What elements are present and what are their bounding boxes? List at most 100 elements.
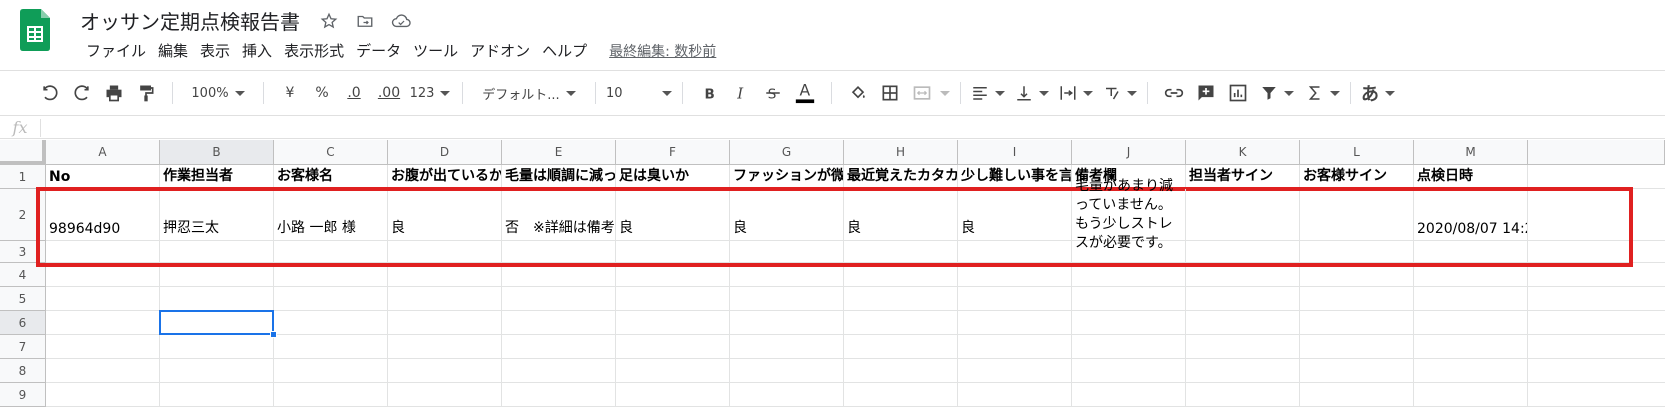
insert-link-icon[interactable] — [1158, 78, 1190, 108]
cell-a8[interactable] — [46, 359, 160, 383]
more-formats-select[interactable]: 123 — [408, 78, 452, 108]
move-folder-icon[interactable] — [354, 10, 376, 32]
active-cell-selection[interactable] — [159, 310, 274, 335]
menu-insert[interactable]: 挿入 — [236, 40, 278, 61]
cell-m5[interactable] — [1414, 287, 1528, 311]
cell-d6[interactable] — [388, 311, 502, 335]
cell-d5[interactable] — [388, 287, 502, 311]
increase-decimal-button[interactable]: .00 — [370, 78, 408, 108]
merge-cells-icon[interactable] — [906, 78, 938, 108]
cell-k5[interactable] — [1186, 287, 1300, 311]
cell-c5[interactable] — [274, 287, 388, 311]
cloud-saved-icon[interactable] — [390, 10, 412, 32]
cell-b7[interactable] — [160, 335, 274, 359]
column-header-b[interactable]: B — [160, 140, 274, 165]
cell-e7[interactable] — [502, 335, 616, 359]
horizontal-align-select[interactable] — [971, 78, 1005, 108]
cell-b5[interactable] — [160, 287, 274, 311]
cell-e5[interactable] — [502, 287, 616, 311]
column-header-m[interactable]: M — [1414, 140, 1528, 165]
row-header-5[interactable]: 5 — [0, 287, 46, 311]
bold-icon[interactable]: B — [693, 78, 725, 108]
header-cell-d[interactable]: お腹が出ているか — [388, 165, 502, 189]
text-rotation-select[interactable] — [1103, 78, 1137, 108]
column-header-g[interactable]: G — [730, 140, 844, 165]
cell-k7[interactable] — [1186, 335, 1300, 359]
cell-d9[interactable] — [388, 383, 502, 407]
column-header-a[interactable]: A — [46, 140, 160, 165]
cell-h8[interactable] — [844, 359, 958, 383]
header-cell-e[interactable]: 毛量は順調に減っているか — [502, 165, 616, 189]
cell-e6[interactable] — [502, 311, 616, 335]
menu-data[interactable]: データ — [350, 40, 407, 61]
cell-l8[interactable] — [1300, 359, 1414, 383]
menu-help[interactable]: ヘルプ — [536, 40, 593, 61]
header-cell-h[interactable]: 最近覚えたカタカナ — [844, 165, 958, 189]
insert-comment-icon[interactable] — [1190, 78, 1222, 108]
cell-d7[interactable] — [388, 335, 502, 359]
input-tools-select[interactable]: あ — [1361, 78, 1395, 108]
column-header-h[interactable]: H — [844, 140, 958, 165]
currency-format-button[interactable]: ¥ — [274, 78, 306, 108]
header-cell-c[interactable]: お客様名 — [274, 165, 388, 189]
cell-b8[interactable] — [160, 359, 274, 383]
cell-k6[interactable] — [1186, 311, 1300, 335]
menu-edit[interactable]: 編集 — [152, 40, 194, 61]
cell-l6[interactable] — [1300, 311, 1414, 335]
cell-a5[interactable] — [46, 287, 160, 311]
column-header-e[interactable]: E — [502, 140, 616, 165]
header-cell-l[interactable]: お客様サイン — [1300, 165, 1414, 189]
formula-input[interactable] — [41, 118, 1665, 138]
zoom-select[interactable]: 100% — [183, 78, 253, 108]
decrease-decimal-button[interactable]: .0 — [338, 78, 370, 108]
header-cell-a[interactable]: No — [46, 165, 160, 189]
borders-icon[interactable] — [874, 78, 906, 108]
cell-c7[interactable] — [274, 335, 388, 359]
menu-tools[interactable]: ツール — [407, 40, 464, 61]
cell-l5[interactable] — [1300, 287, 1414, 311]
redo-icon[interactable] — [66, 78, 98, 108]
cell-m8[interactable] — [1414, 359, 1528, 383]
font-size-select[interactable]: 10 — [606, 78, 672, 108]
cell-l7[interactable] — [1300, 335, 1414, 359]
cell-j6[interactable] — [1072, 311, 1186, 335]
cell-i7[interactable] — [958, 335, 1072, 359]
cell-f9[interactable] — [616, 383, 730, 407]
column-header-f[interactable]: F — [616, 140, 730, 165]
row-header-1[interactable]: 1 — [0, 165, 46, 189]
cell-b9[interactable] — [160, 383, 274, 407]
cell-f7[interactable] — [616, 335, 730, 359]
cell-i9[interactable] — [958, 383, 1072, 407]
column-header-i[interactable]: I — [958, 140, 1072, 165]
vertical-align-select[interactable] — [1015, 78, 1049, 108]
cell-g7[interactable] — [730, 335, 844, 359]
cell-f8[interactable] — [616, 359, 730, 383]
cell-c8[interactable] — [274, 359, 388, 383]
functions-select[interactable] — [1306, 78, 1340, 108]
header-cell-m[interactable]: 点検日時 — [1414, 165, 1528, 189]
row-header-6[interactable]: 6 — [0, 311, 46, 335]
cell-i8[interactable] — [958, 359, 1072, 383]
filter-select[interactable] — [1260, 78, 1294, 108]
cell-i5[interactable] — [958, 287, 1072, 311]
column-header-d[interactable]: D — [388, 140, 502, 165]
insert-chart-icon[interactable] — [1222, 78, 1254, 108]
column-header-l[interactable]: L — [1300, 140, 1414, 165]
cell-i6[interactable] — [958, 311, 1072, 335]
fill-color-icon[interactable] — [842, 78, 874, 108]
cell-g8[interactable] — [730, 359, 844, 383]
cell-a9[interactable] — [46, 383, 160, 407]
cell-j9[interactable] — [1072, 383, 1186, 407]
cell-c6[interactable] — [274, 311, 388, 335]
cell-h6[interactable] — [844, 311, 958, 335]
cell-f6[interactable] — [616, 311, 730, 335]
select-all-corner[interactable] — [0, 140, 46, 165]
star-icon[interactable] — [318, 10, 340, 32]
column-header-k[interactable]: K — [1186, 140, 1300, 165]
menu-addons[interactable]: アドオン — [464, 40, 536, 61]
text-wrap-select[interactable] — [1059, 78, 1093, 108]
text-color-icon[interactable]: A — [789, 78, 821, 108]
cell-a7[interactable] — [46, 335, 160, 359]
row-header-8[interactable]: 8 — [0, 359, 46, 383]
print-icon[interactable] — [98, 78, 130, 108]
